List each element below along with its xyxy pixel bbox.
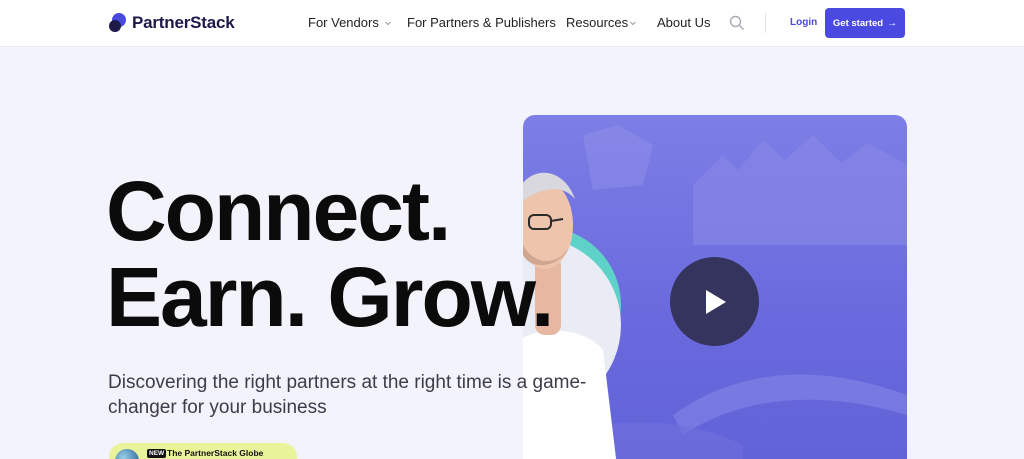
brand-name: PartnerStack [132,13,235,32]
chevron-down-icon [384,21,391,25]
get-started-label: Get started [832,17,884,29]
new-badge: NEW [147,449,167,458]
nav-item-about-us[interactable]: About Us [657,15,710,30]
chevron-down-icon [630,21,636,25]
nav-item-label: For Vendors [308,15,379,30]
nav-item-label: About Us [657,15,711,30]
search-icon[interactable] [729,15,745,31]
video-play-button[interactable] [670,257,759,346]
login-link[interactable]: Login [790,17,817,28]
partnerstack-globe-announcement[interactable]: NEW The PartnerStack Globe [109,443,297,459]
site-header: PartnerStack For Vendors For Partners & … [0,0,1024,47]
brand-logo[interactable]: PartnerStack [108,11,235,35]
nav-item-label: Resources [566,15,629,30]
arrow-right-icon: → [887,17,898,29]
get-started-button[interactable]: Get started → [825,8,905,38]
announcement-text: The PartnerStack Globe [167,448,264,458]
nav-item-for-vendors[interactable]: For Vendors [308,15,392,30]
partnerstack-logo-icon [108,12,128,34]
nav-divider [765,13,766,33]
nav-item-label: For Partners & Publishers [407,15,556,30]
globe-icon [115,449,139,459]
hero-headline: Connect. Earn. Grow. [106,168,606,340]
nav-item-for-partners-publishers[interactable]: For Partners & Publishers [407,15,556,30]
headline-line-2: Earn. Grow. [106,250,554,344]
headline-line-1: Connect. [106,164,451,258]
nav-item-resources[interactable]: Resources [566,15,637,30]
play-icon [705,289,726,314]
hero-subtext: Discovering the right partners at the ri… [108,372,587,418]
